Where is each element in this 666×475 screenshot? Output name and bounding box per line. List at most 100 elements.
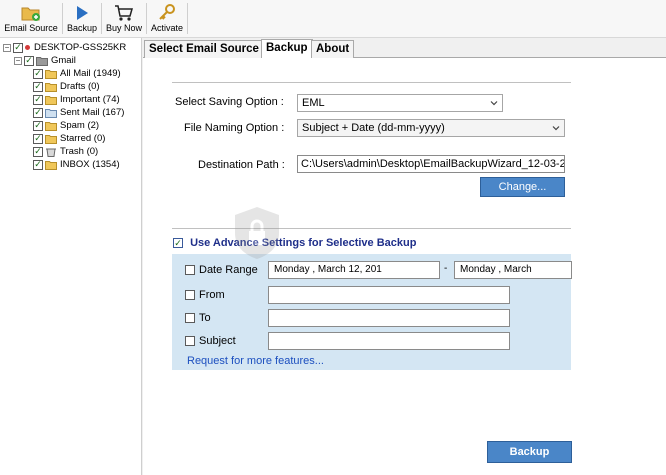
saving-option-label: Select Saving Option : [175,96,284,108]
checkbox[interactable]: ✓ [33,146,43,157]
activate-label: Activate [150,23,183,33]
folder-label: Sent Mail (167) [60,107,125,118]
checkbox[interactable]: ✓ [33,107,43,118]
checkbox[interactable]: ✓ [33,81,43,92]
email-source-label: Email Source [4,23,58,33]
play-icon [75,3,89,23]
folder-add-icon [21,3,41,23]
tree-folder-row[interactable]: ✓ Starred (0) [33,132,105,145]
folder-tree: − ✓ DESKTOP-GSS25KR − ✓ Gmail ✓ All Mail… [0,38,142,475]
computer-icon [25,45,30,50]
date-from-picker[interactable]: Monday , March 12, 201 [268,261,440,279]
folder-icon [45,69,57,79]
backup-toolbar-button[interactable]: Backup [63,0,101,37]
folder-label: Starred (0) [60,133,106,144]
backup-button[interactable]: Backup [487,441,572,463]
tab-select-email-source[interactable]: Select Email Source [144,40,264,58]
buy-now-button[interactable]: Buy Now [102,0,146,37]
tree-root-row[interactable]: − ✓ DESKTOP-GSS25KR [3,41,126,54]
saving-option-value: EML [302,97,325,109]
subject-label: Subject [199,335,236,347]
folder-label: INBOX (1354) [60,159,120,170]
advance-settings-checkbox[interactable]: ✓ [173,238,183,249]
subject-row[interactable]: Subject [185,335,236,347]
collapse-toggle[interactable]: − [3,43,11,52]
tree-folder-row[interactable]: ✓ INBOX (1354) [33,158,120,171]
tab-bar: Select Email Source Backup About [143,38,666,58]
destination-label: Destination Path : [198,159,285,171]
date-to-value: Monday , March [460,264,532,275]
tree-root-label: DESKTOP-GSS25KR [34,42,127,53]
folder-icon [45,95,57,105]
folder-icon [45,121,57,131]
folder-icon [45,134,57,144]
to-checkbox[interactable] [185,313,195,324]
date-to-picker[interactable]: Monday , March [454,261,572,279]
tree-folder-row[interactable]: ✓ Important (74) [33,93,120,106]
toolbar-separator [187,3,188,34]
folder-label: Trash (0) [60,146,99,157]
subject-checkbox[interactable] [185,336,195,347]
tree-account-row[interactable]: − ✓ Gmail [14,54,76,67]
destination-path-field[interactable]: C:\Users\admin\Desktop\EmailBackupWizard… [297,155,565,173]
tab-backup[interactable]: Backup [261,39,313,58]
from-field[interactable] [268,286,510,304]
naming-option-label: File Naming Option : [184,122,285,134]
collapse-toggle[interactable]: − [14,56,22,65]
folder-label: Important (74) [60,94,120,105]
tree-account-label: Gmail [51,55,76,66]
from-label: From [199,289,225,301]
sent-folder-icon [45,108,57,118]
naming-option-value: Subject + Date (dd-mm-yyyy) [302,122,445,134]
activate-button[interactable]: Activate [147,0,187,37]
to-field[interactable] [268,309,510,327]
date-from-value: Monday , March 12, 201 [274,264,382,275]
date-range-row[interactable]: Date Range [185,264,258,276]
checkbox[interactable]: ✓ [24,55,34,66]
checkbox[interactable]: ✓ [33,120,43,131]
checkbox[interactable]: ✓ [33,68,43,79]
tree-folder-row[interactable]: ✓ Trash (0) [33,145,98,158]
date-separator: - [444,263,448,274]
from-checkbox[interactable] [185,290,195,301]
trash-icon [46,148,56,157]
checkbox[interactable]: ✓ [13,42,23,53]
checkbox[interactable]: ✓ [33,94,43,105]
folder-label: All Mail (1949) [60,68,121,79]
tree-folder-row[interactable]: ✓ All Mail (1949) [33,67,121,80]
divider [172,228,571,229]
folder-icon [45,160,57,170]
folder-label: Spam (2) [60,120,100,131]
saving-option-select[interactable]: EML [297,94,503,112]
to-label: To [199,312,211,324]
folder-label: Drafts (0) [60,81,100,92]
checkbox[interactable]: ✓ [33,159,43,170]
change-button[interactable]: Change... [480,177,565,197]
tree-folder-row[interactable]: ✓ Sent Mail (167) [33,106,124,119]
advance-settings-label: Use Advance Settings for Selective Backu… [190,237,417,249]
backup-panel: Select Saving Option : EML File Naming O… [143,58,666,475]
chevron-down-icon [490,101,498,106]
toolbar: Email Source Backup Buy Now Activate [0,0,666,38]
date-range-label: Date Range [199,264,258,276]
chevron-down-icon [552,126,560,131]
cart-icon [114,3,134,23]
tree-folder-row[interactable]: ✓ Drafts (0) [33,80,100,93]
tab-about[interactable]: About [311,40,355,58]
email-source-button[interactable]: Email Source [0,0,62,37]
checkbox[interactable]: ✓ [33,133,43,144]
from-row[interactable]: From [185,289,225,301]
advance-settings-row[interactable]: ✓ Use Advance Settings for Selective Bac… [173,237,416,249]
tree-folder-row[interactable]: ✓ Spam (2) [33,119,99,132]
key-icon [158,3,176,23]
buy-now-label: Buy Now [105,23,142,33]
folder-icon [45,82,57,92]
to-row[interactable]: To [185,312,211,324]
backup-toolbar-label: Backup [66,23,98,33]
divider [172,82,571,83]
naming-option-select[interactable]: Subject + Date (dd-mm-yyyy) [297,119,565,137]
request-features-link[interactable]: Request for more features... [187,355,324,367]
mailbox-icon [36,56,48,66]
date-range-checkbox[interactable] [185,265,195,276]
subject-field[interactable] [268,332,510,350]
